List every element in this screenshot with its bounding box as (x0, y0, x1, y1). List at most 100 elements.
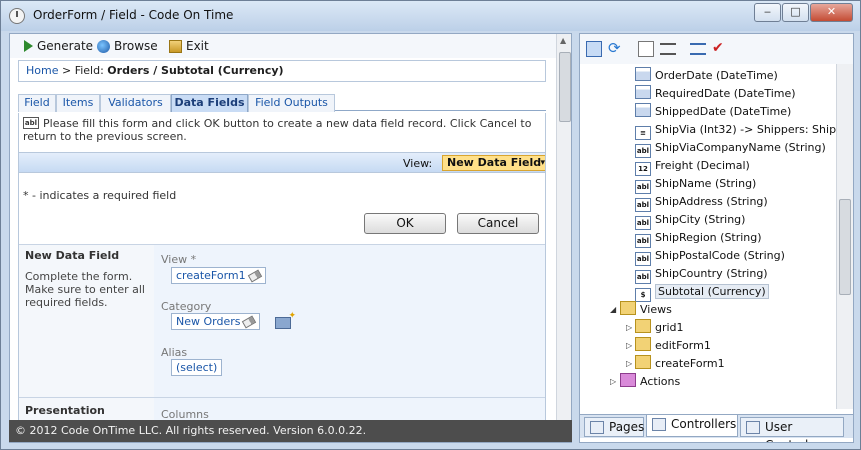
globe-icon (97, 39, 110, 53)
tree-item[interactable]: 12 Freight (Decimal) (635, 157, 750, 176)
list-icon[interactable] (690, 43, 706, 55)
browse-button[interactable]: Browse (97, 38, 158, 54)
tree-item[interactable]: abl ShipCountry (String) (635, 265, 768, 284)
exit-icon (169, 39, 182, 53)
tree-item[interactable]: abl ShipCity (String) (635, 211, 746, 230)
minimize-button[interactable]: ‒ (754, 3, 781, 22)
form-instructions: abl Please fill this form and click OK bu… (23, 117, 538, 143)
ok-button[interactable]: OK (364, 213, 446, 234)
tree-item-label: RequiredDate (DateTime) (655, 87, 796, 100)
tree-folder-actions[interactable]: Actions (620, 373, 680, 390)
main-toolbar: Generate Browse Exit (10, 34, 570, 58)
section-title: Presentation (25, 404, 105, 417)
title-bar[interactable]: OrderForm / Field - Code On Time ‒ □ ✕ (1, 1, 860, 31)
eraser-icon[interactable] (247, 269, 262, 283)
form-scrollbar[interactable]: ▲ ▼ (556, 34, 571, 442)
category-panel (19, 245, 154, 397)
tree-item[interactable]: ShippedDate (DateTime) (635, 103, 791, 120)
status-bar: © 2012 Code OnTime LLC. All rights reser… (9, 420, 572, 442)
scroll-up-icon[interactable]: ▲ (560, 36, 566, 45)
tab-strip: Field Items Validators Data Fields Field… (18, 93, 546, 112)
new-file-icon[interactable] (638, 41, 654, 57)
section-title: New Data Field (25, 249, 120, 262)
alias-field[interactable]: (select) (171, 359, 223, 376)
checklist-icon[interactable]: ✔ (712, 41, 728, 57)
new-item-icon[interactable] (275, 311, 296, 329)
pages-icon (590, 421, 604, 434)
tree-item-label: ShipName (String) (655, 177, 757, 190)
explorer-toolbar: ⟳ ✔ (580, 34, 853, 64)
tab-validators[interactable]: Validators (100, 94, 171, 112)
tree-item[interactable]: abl ShipPostalCode (String) (635, 247, 785, 266)
tree-item-label: ShipPostalCode (String) (655, 249, 785, 262)
expand-icon[interactable]: ▷ (626, 323, 632, 332)
tree-item[interactable]: abl ShipName (String) (635, 175, 757, 194)
category-field[interactable]: New Orders (171, 313, 261, 330)
tree-item[interactable]: grid1 (635, 319, 684, 336)
views-folder-icon (620, 301, 636, 315)
stopwatch-icon (9, 8, 25, 24)
text-field-icon: abl (635, 180, 651, 194)
grid-view-icon (635, 319, 651, 333)
tab-items[interactable]: Items (56, 94, 100, 112)
tree-folder-views[interactable]: Views (620, 301, 672, 318)
form-view-icon (635, 355, 651, 369)
window-title: OrderForm / Field - Code On Time (33, 8, 234, 22)
tree-item-label: ShippedDate (DateTime) (655, 105, 792, 118)
tree-item[interactable]: abl ShipRegion (String) (635, 229, 762, 248)
tree-item[interactable]: OrderDate (DateTime) (635, 67, 778, 84)
tree-item-label: editForm1 (655, 339, 711, 352)
field-label-category: Category (161, 300, 212, 313)
tree-item[interactable]: abl ShipAddress (String) (635, 193, 768, 212)
tab-label: User Controls (765, 420, 815, 442)
calendar-icon (635, 67, 651, 81)
expand-icon[interactable]: ▷ (610, 377, 616, 386)
tab-user-controls[interactable]: User Controls (740, 417, 844, 442)
currency-icon: $ (635, 288, 651, 302)
lookup-icon: ≡ (635, 126, 651, 140)
tree-vertical-scrollbar[interactable] (836, 64, 853, 409)
tree-item[interactable]: editForm1 (635, 337, 711, 354)
generate-button[interactable]: Generate (24, 38, 93, 54)
scroll-thumb[interactable] (559, 52, 571, 122)
tab-data-fields[interactable]: Data Fields (171, 94, 248, 112)
scroll-thumb[interactable] (839, 199, 851, 295)
tab-field-outputs[interactable]: Field Outputs (248, 94, 335, 112)
tab-controllers[interactable]: Controllers (646, 415, 738, 437)
eraser-icon[interactable] (242, 315, 257, 329)
maximize-button[interactable]: □ (782, 3, 809, 22)
exit-button[interactable]: Exit (169, 38, 209, 54)
tree-item-selected[interactable]: $ Subtotal (Currency) (635, 283, 769, 302)
view-field[interactable]: createForm1 (171, 267, 266, 284)
cancel-button[interactable]: Cancel (457, 213, 539, 234)
tree-item[interactable]: ≡ ShipVia (Int32) -> Shippers: Ship (635, 121, 836, 140)
user-controls-icon (746, 421, 760, 434)
tree-item-label: ShipCity (String) (655, 213, 746, 226)
section-description: Complete the form. Make sure to enter al… (25, 270, 145, 309)
expand-icon[interactable]: ▷ (626, 359, 632, 368)
view-selector[interactable]: New Data Field (442, 155, 545, 171)
view-label: View: (403, 157, 433, 170)
tab-field[interactable]: Field (18, 94, 56, 112)
field-label-view: View * (161, 253, 197, 266)
tree-item[interactable]: createForm1 (635, 355, 725, 372)
expand-icon[interactable]: ▷ (626, 341, 632, 350)
text-field-icon: abl (635, 216, 651, 230)
text-field-icon: abl (635, 144, 651, 158)
refresh-icon[interactable]: ⟳ (608, 41, 624, 57)
tab-pages[interactable]: Pages (584, 417, 644, 437)
collapse-icon[interactable]: ◢ (610, 305, 616, 314)
calendar-icon (635, 103, 651, 117)
tree-item-label: Freight (Decimal) (655, 159, 750, 172)
properties-icon[interactable] (660, 43, 676, 55)
tree-item[interactable]: abl ShipViaCompanyName (String) (635, 139, 826, 158)
sync-icon[interactable] (586, 41, 602, 57)
breadcrumb-home-link[interactable]: Home (26, 64, 58, 77)
tree-item[interactable]: RequiredDate (DateTime) (635, 85, 796, 102)
project-explorer: ⟳ ✔ OrderDate (DateTime) RequiredDate (D… (579, 33, 854, 443)
breadcrumb: Home > Field: Orders / Subtotal (Currenc… (18, 60, 546, 82)
form-pane: Generate Browse Exit Home > Field: Order… (9, 33, 572, 443)
close-button[interactable]: ✕ (810, 3, 853, 22)
form-area: abl Please fill this form and click OK bu… (18, 113, 546, 442)
text-field-icon: abl (635, 198, 651, 212)
